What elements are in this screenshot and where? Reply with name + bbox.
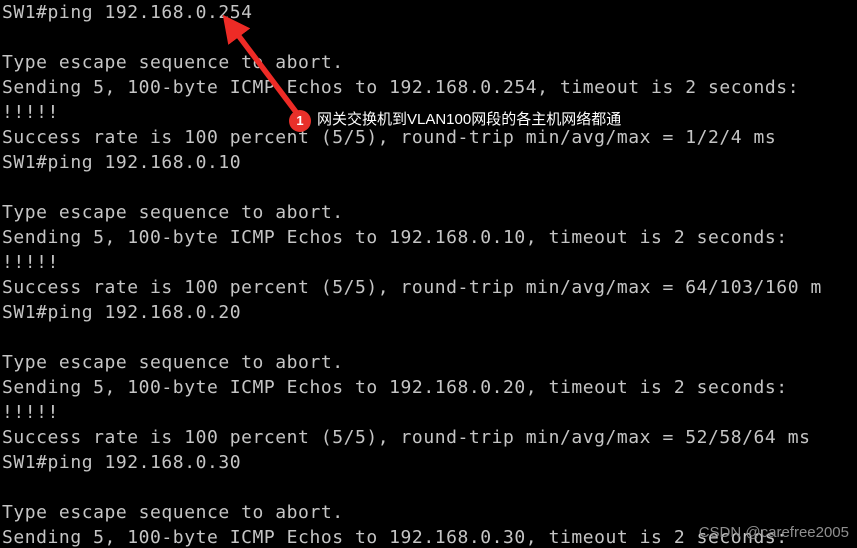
- terminal-line: SW1#ping 192.168.0.10: [2, 152, 242, 173]
- terminal-line: !!!!!: [2, 402, 59, 423]
- terminal-line: Sending 5, 100-byte ICMP Echos to 192.16…: [2, 77, 800, 98]
- annotation-label: 网关交换机到VLAN100网段的各主机网络都通: [317, 111, 622, 128]
- annotation-badge-1: 1: [289, 110, 311, 132]
- terminal-screenshot: SW1#ping 192.168.0.254 Type escape seque…: [0, 0, 857, 548]
- terminal-line: SW1#ping 192.168.0.30: [2, 452, 242, 473]
- terminal-line: Sending 5, 100-byte ICMP Echos to 192.16…: [2, 227, 788, 248]
- terminal-line: Type escape sequence to abort.: [2, 352, 344, 373]
- terminal-line: Sending 5, 100-byte ICMP Echos to 192.16…: [2, 377, 788, 398]
- watermark: CSDN @carefree2005: [698, 524, 849, 541]
- terminal-line: Type escape sequence to abort.: [2, 202, 344, 223]
- terminal-output[interactable]: SW1#ping 192.168.0.254 Type escape seque…: [0, 0, 857, 548]
- terminal-line: Success rate is 100 percent (5/5), round…: [2, 427, 811, 448]
- terminal-line: !!!!!: [2, 252, 59, 273]
- terminal-line: SW1#ping 192.168.0.254: [2, 2, 253, 23]
- terminal-line: SW1#ping 192.168.0.20: [2, 302, 242, 323]
- terminal-line: Success rate is 100 percent (5/5), round…: [2, 277, 822, 298]
- terminal-line: Type escape sequence to abort.: [2, 502, 344, 523]
- terminal-line: Type escape sequence to abort.: [2, 52, 344, 73]
